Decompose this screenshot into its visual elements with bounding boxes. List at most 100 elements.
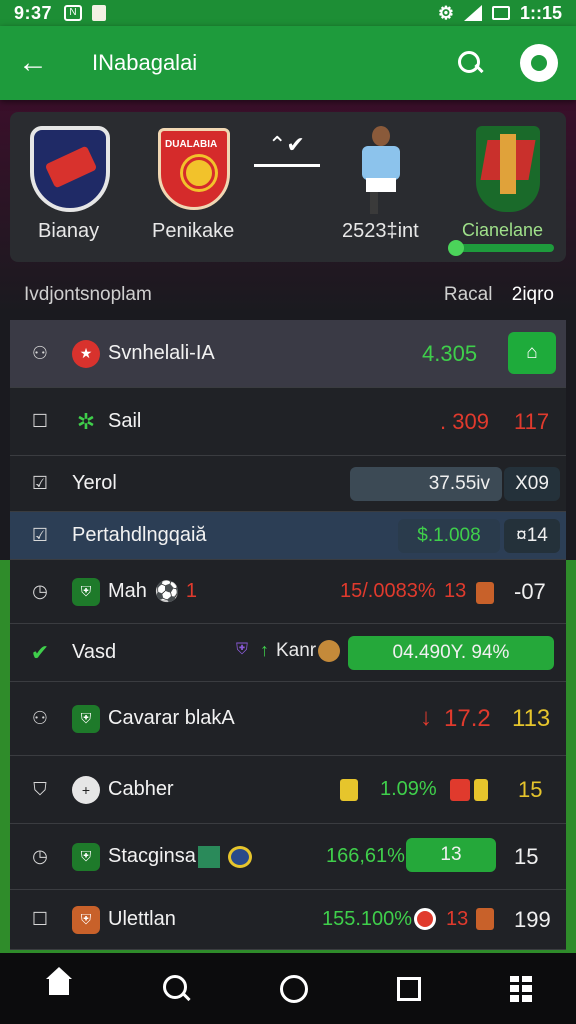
yellow-chip-icon xyxy=(474,779,488,801)
row-name: Sail xyxy=(108,410,142,432)
soccer-ball-icon: ⚽ xyxy=(154,581,180,603)
teams-card: Bianay DUALABIA Penikake ⌃✔ 2523‡int Cia… xyxy=(10,112,566,262)
table-row[interactable]: ⚇ ⛨ Cavarar blakA ↓ 17.2 113 xyxy=(10,682,566,756)
bottom-navigation xyxy=(0,950,576,1024)
row-name: Mah xyxy=(108,580,147,602)
row-value-3: 15 xyxy=(514,843,539,869)
search-icon[interactable] xyxy=(163,974,191,1003)
row-value-3: -07 xyxy=(514,578,546,604)
team-crest-1[interactable] xyxy=(30,126,110,212)
team-progress-bar[interactable] xyxy=(448,240,554,256)
row-value-pill-2[interactable]: ¤14 xyxy=(504,519,560,553)
search-icon[interactable] xyxy=(456,49,484,77)
page-title: INabagalai xyxy=(92,50,198,75)
leaf-icon: ✲ xyxy=(76,408,96,434)
row-value-pill[interactable]: 13 xyxy=(406,838,496,872)
status-time: 9:37 xyxy=(14,2,53,23)
document-icon: ☐ xyxy=(31,411,49,431)
player-label: 2523‡int xyxy=(342,220,419,242)
star-badge-icon: ★ xyxy=(72,339,100,368)
pitch-edge-left xyxy=(0,560,10,950)
menu-grid-icon[interactable] xyxy=(509,975,532,1002)
checkmark-icon: ✔ xyxy=(30,639,50,665)
checkbox-icon[interactable]: ☑ xyxy=(26,525,54,546)
section-title: Ivdjontsnoplam xyxy=(24,284,152,305)
row-value: 1.09% xyxy=(380,778,437,800)
table-row[interactable]: ☑ Pertahdlngqaiă $.1.008 ¤14 xyxy=(10,512,566,560)
notification-icon: N xyxy=(64,5,83,21)
team-label-2: Penikake xyxy=(152,220,235,242)
versus-divider xyxy=(254,164,320,167)
row-value-2: 15 xyxy=(518,776,543,802)
row-value: 155.100% xyxy=(322,908,413,930)
checkbox-icon[interactable]: ☑ xyxy=(26,473,54,494)
shield-icon: ⛨ xyxy=(72,577,100,606)
row-name: Vasd xyxy=(72,641,117,663)
image-notification-icon xyxy=(92,5,107,21)
column-header-2iqro[interactable]: 2iqro xyxy=(512,284,554,305)
user-icon: ⚇ xyxy=(31,343,49,363)
versus-icon: ⌃✔ xyxy=(268,132,305,157)
circle-icon[interactable] xyxy=(279,974,308,1003)
pitch-edge-right xyxy=(566,560,576,950)
table-row[interactable]: ☐ ✲ Sail . 309 117 xyxy=(10,388,566,456)
user-icon: ⚇ xyxy=(31,708,49,728)
row-value-2: 13 xyxy=(444,580,467,602)
row-name: Yerol xyxy=(72,472,117,494)
shield-outline-icon: ⛉ xyxy=(33,779,47,799)
shield-icon: ⛨ xyxy=(72,704,100,733)
team-ball-icon xyxy=(318,640,340,662)
row-name: Ulettlan xyxy=(108,908,176,930)
team-label-4: Cianelane xyxy=(462,220,544,240)
stadium-button[interactable]: ⌂ xyxy=(508,332,556,374)
table-row[interactable]: ◷ ⛨ Mah ⚽ 1 15/.0083% 13 -07 xyxy=(10,560,566,624)
signal-icon xyxy=(463,5,482,21)
app-bar: ← INabagalai xyxy=(0,26,576,100)
table-row[interactable]: ✔ Vasd ⛨ ↑ Kanr 04.490Y. 94% xyxy=(10,624,566,682)
table-row[interactable]: ☑ Yerol 37.55iv X09 xyxy=(10,456,566,512)
back-arrow-icon[interactable]: ← xyxy=(18,46,62,80)
team-ball-icon xyxy=(228,846,252,868)
row-value-3: 199 xyxy=(514,906,551,932)
plus-badge-icon: + xyxy=(72,775,100,804)
team-crest-4[interactable] xyxy=(476,126,540,212)
team-flag-icon xyxy=(198,846,220,868)
purple-shield-icon: ⛨ xyxy=(236,641,249,658)
column-header-racal[interactable]: Racal xyxy=(444,284,493,305)
status-bar: 9:37 N ⚙ 1::15 xyxy=(0,0,576,26)
table-row[interactable]: ⚇ ★ Svnhelali-IA 4.305 ⌂ xyxy=(10,320,566,388)
table-row[interactable]: ☐ ⛨ Ulettlan 155.100% 13 199 xyxy=(10,890,566,950)
player-image[interactable] xyxy=(350,122,410,218)
row-value-pill-2[interactable]: X09 xyxy=(504,467,560,501)
row-value-2: 113 xyxy=(512,704,551,732)
clock-icon: ◷ xyxy=(32,581,48,601)
table-row[interactable]: ◷ ⛨ Stacginsa 166,61% 13 15 xyxy=(10,824,566,890)
clock-icon: ◷ xyxy=(32,846,48,866)
alarm-icon: ⚙ xyxy=(437,2,454,23)
row-name: Svnhelali-IA xyxy=(108,342,215,364)
arrow-icon: ↑ xyxy=(260,640,269,660)
table-row[interactable]: ⛉ + Cabher 1.09% 15 xyxy=(10,756,566,824)
battery-icon xyxy=(491,6,510,20)
row-value-pill[interactable]: 04.490Y. 94% xyxy=(348,636,554,670)
row-name: Cabher xyxy=(108,778,174,800)
row-value: . 309 xyxy=(440,408,489,434)
team-label-1: Bianay xyxy=(38,220,100,242)
row-value-2: 13 xyxy=(446,908,469,930)
row-value-pill[interactable]: 37.55iv xyxy=(350,467,502,501)
red-ball-icon xyxy=(414,908,436,930)
settings-button[interactable] xyxy=(520,44,558,82)
square-icon[interactable] xyxy=(396,976,421,1001)
row-value: 15/.0083% xyxy=(340,580,436,602)
document-icon: ☐ xyxy=(31,909,49,929)
row-value-pill[interactable]: $.1.008 xyxy=(398,519,500,553)
home-icon[interactable] xyxy=(44,966,74,1001)
row-value: 17.2 xyxy=(444,704,491,732)
row-value: 166,61% xyxy=(326,845,405,867)
row-value: 4.305 xyxy=(422,340,478,366)
crest-text: DUALABIA xyxy=(165,139,218,150)
team-crest-2[interactable]: DUALABIA xyxy=(158,128,230,210)
gear-icon xyxy=(531,55,547,71)
row-extra: 1 xyxy=(185,580,197,602)
status-right: ⚙ 1::15 xyxy=(438,3,562,24)
